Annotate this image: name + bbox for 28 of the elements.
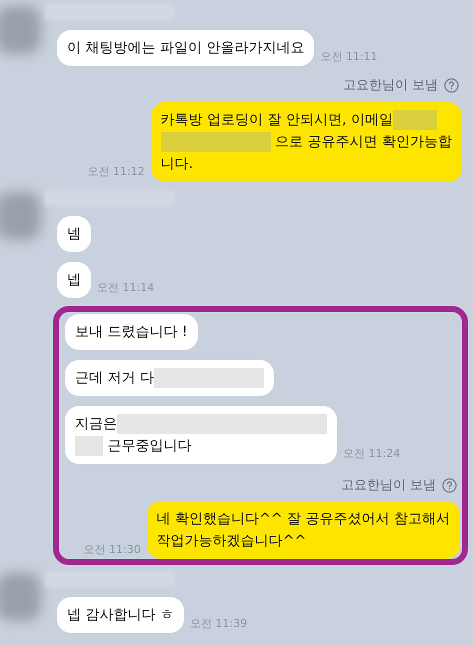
blurred-area bbox=[392, 110, 437, 130]
message-text: 지금은 bbox=[75, 416, 117, 432]
avatar[interactable] bbox=[0, 192, 41, 240]
message-text: 넵 감사합니다 ㅎ bbox=[67, 607, 174, 623]
avatar[interactable] bbox=[0, 6, 41, 54]
timestamp: 오전 11:14 bbox=[97, 280, 154, 296]
message-text: 카톡방 업로딩이 잘 안되시면, 이메일 bbox=[160, 112, 393, 128]
avatar[interactable] bbox=[0, 573, 41, 621]
timestamp: 오전 11:24 bbox=[343, 446, 400, 462]
message-text: 네 확인했습니다^^ 잘 공유주셨어서 참고해서 bbox=[156, 511, 450, 527]
message-text: 이 채팅방에는 파일이 안올라가지네요 bbox=[67, 40, 304, 56]
help-icon[interactable] bbox=[442, 478, 457, 493]
help-icon[interactable] bbox=[444, 78, 459, 94]
timestamp: 오전 11:30 bbox=[84, 542, 141, 558]
message-text: 근데 저거 다 bbox=[75, 370, 154, 386]
timestamp: 오전 11:11 bbox=[320, 48, 378, 64]
message-text: 보내 드렸습니다 ! bbox=[75, 324, 188, 340]
message-text: 작업가능하겠습니다^^ bbox=[156, 533, 306, 549]
message-text: 으로 공유주시면 확인가능합 bbox=[274, 134, 452, 150]
blurred-area bbox=[75, 436, 103, 456]
timestamp: 오전 11:12 bbox=[87, 164, 145, 180]
sender-note: 고요한님이 보냄 bbox=[340, 476, 436, 494]
sender-note: 고요한님이 보냄 bbox=[342, 77, 438, 95]
timestamp: 오전 11:39 bbox=[190, 616, 248, 632]
message-text: 니다. bbox=[160, 156, 194, 172]
message-text: 근무중입니다 bbox=[106, 438, 192, 454]
message-text: 넵 bbox=[67, 272, 81, 288]
message-text: 넴 bbox=[67, 226, 81, 242]
